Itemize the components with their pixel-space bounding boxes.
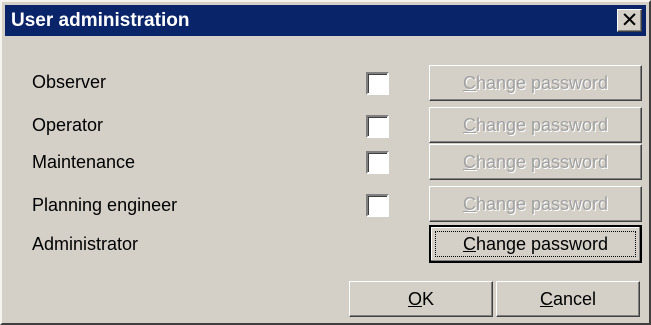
role-label-operator: Operator — [32, 115, 104, 135]
change-password-button-observer[interactable]: Change password — [429, 65, 642, 101]
close-icon: ✕ — [620, 8, 639, 32]
change-password-button-planning-engineer[interactable]: Change password — [429, 186, 642, 222]
user-administration-dialog: User administration ✕ Observer Change pa… — [0, 0, 651, 325]
role-label-administrator: Administrator — [32, 234, 139, 254]
ok-button[interactable]: OK — [349, 281, 493, 317]
checkbox-planning-engineer[interactable] — [366, 194, 389, 217]
checkbox-observer[interactable] — [366, 72, 389, 95]
role-label-planning-engineer: Planning engineer — [32, 195, 178, 215]
checkbox-maintenance[interactable] — [366, 151, 389, 174]
focus-ring — [435, 231, 636, 257]
change-password-button-administrator[interactable]: Change password — [429, 225, 642, 263]
cancel-button[interactable]: Cancel — [496, 281, 640, 317]
checkbox-operator[interactable] — [366, 115, 389, 138]
close-button[interactable]: ✕ — [617, 9, 642, 32]
role-label-maintenance: Maintenance — [32, 152, 136, 172]
title-bar[interactable]: User administration ✕ — [5, 5, 646, 36]
change-password-button-maintenance[interactable]: Change password — [429, 144, 642, 180]
role-label-observer: Observer — [32, 72, 107, 92]
change-password-button-operator[interactable]: Change password — [429, 107, 642, 143]
window-title: User administration — [11, 10, 190, 31]
